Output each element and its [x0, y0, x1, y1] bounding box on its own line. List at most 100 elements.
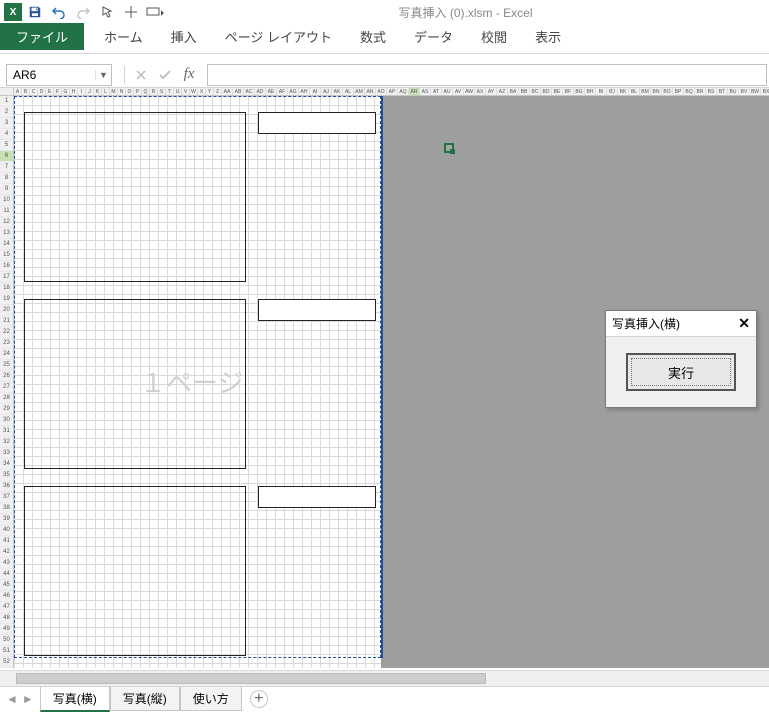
- row-header[interactable]: 27: [0, 382, 13, 393]
- column-header[interactable]: AV: [453, 88, 464, 95]
- column-header[interactable]: AS: [420, 88, 431, 95]
- dialog-close-button[interactable]: ✕: [738, 315, 750, 332]
- display-mode-button[interactable]: [144, 1, 166, 23]
- tab-formulas[interactable]: 数式: [346, 23, 400, 50]
- column-header[interactable]: X: [198, 88, 206, 95]
- row-header[interactable]: 2: [0, 107, 13, 118]
- row-header[interactable]: 50: [0, 635, 13, 646]
- row-header[interactable]: 12: [0, 217, 13, 228]
- column-header[interactable]: BT: [717, 88, 728, 95]
- column-header[interactable]: S: [158, 88, 166, 95]
- column-header[interactable]: Y: [206, 88, 214, 95]
- column-header[interactable]: AN: [365, 88, 376, 95]
- column-header[interactable]: BS: [706, 88, 717, 95]
- row-header[interactable]: 13: [0, 228, 13, 239]
- name-box-value[interactable]: AR6: [7, 68, 95, 82]
- column-header[interactable]: AP: [387, 88, 398, 95]
- tab-view[interactable]: 表示: [521, 23, 575, 50]
- column-header[interactable]: C: [30, 88, 38, 95]
- column-header[interactable]: P: [134, 88, 142, 95]
- undo-button[interactable]: [48, 1, 70, 23]
- column-header[interactable]: BP: [673, 88, 684, 95]
- column-header[interactable]: AA: [222, 88, 233, 95]
- column-header[interactable]: AI: [310, 88, 321, 95]
- column-header[interactable]: BJ: [607, 88, 618, 95]
- row-header[interactable]: 33: [0, 448, 13, 459]
- column-header[interactable]: BX: [761, 88, 769, 95]
- column-header[interactable]: AO: [376, 88, 387, 95]
- column-header[interactable]: F: [54, 88, 62, 95]
- tab-insert[interactable]: 挿入: [157, 23, 211, 50]
- column-header[interactable]: AG: [288, 88, 299, 95]
- column-header[interactable]: AU: [442, 88, 453, 95]
- sheet-tab[interactable]: 写真(横): [40, 687, 110, 712]
- row-header[interactable]: 42: [0, 547, 13, 558]
- column-header[interactable]: O: [126, 88, 134, 95]
- tab-page-layout[interactable]: ページ レイアウト: [211, 23, 346, 50]
- column-header[interactable]: BR: [695, 88, 706, 95]
- horizontal-scrollbar[interactable]: [0, 670, 769, 686]
- row-header[interactable]: 38: [0, 503, 13, 514]
- row-header[interactable]: 49: [0, 624, 13, 635]
- tab-file[interactable]: ファイル: [0, 23, 84, 50]
- row-header[interactable]: 4: [0, 129, 13, 140]
- column-header[interactable]: H: [70, 88, 78, 95]
- column-header[interactable]: AB: [233, 88, 244, 95]
- row-header[interactable]: 26: [0, 371, 13, 382]
- row-header[interactable]: 17: [0, 272, 13, 283]
- sheet-prev-icon[interactable]: ◄: [6, 692, 18, 706]
- row-header[interactable]: 31: [0, 426, 13, 437]
- row-header[interactable]: 39: [0, 514, 13, 525]
- row-header[interactable]: 37: [0, 492, 13, 503]
- row-header[interactable]: 14: [0, 239, 13, 250]
- row-header[interactable]: 1: [0, 96, 13, 107]
- save-button[interactable]: [24, 1, 46, 23]
- column-header[interactable]: BD: [541, 88, 552, 95]
- column-header[interactable]: AL: [343, 88, 354, 95]
- name-box-dropdown-icon[interactable]: ▼: [95, 70, 111, 80]
- row-header[interactable]: 9: [0, 184, 13, 195]
- sheet-tab[interactable]: 写真(縦): [110, 687, 180, 711]
- column-header[interactable]: AM: [354, 88, 365, 95]
- column-header[interactable]: Q: [142, 88, 150, 95]
- row-header[interactable]: 45: [0, 580, 13, 591]
- column-header[interactable]: T: [166, 88, 174, 95]
- row-header[interactable]: 47: [0, 602, 13, 613]
- row-header[interactable]: 41: [0, 536, 13, 547]
- row-header[interactable]: 40: [0, 525, 13, 536]
- column-header[interactable]: L: [102, 88, 110, 95]
- formula-input[interactable]: [207, 64, 767, 86]
- row-header[interactable]: 46: [0, 591, 13, 602]
- column-header[interactable]: BF: [563, 88, 574, 95]
- row-header[interactable]: 44: [0, 569, 13, 580]
- column-header[interactable]: BN: [651, 88, 662, 95]
- column-header[interactable]: AW: [464, 88, 475, 95]
- column-header[interactable]: U: [174, 88, 182, 95]
- column-header[interactable]: AY: [486, 88, 497, 95]
- column-header[interactable]: BI: [596, 88, 607, 95]
- sheet-next-icon[interactable]: ►: [22, 692, 34, 706]
- column-header[interactable]: BL: [629, 88, 640, 95]
- name-box[interactable]: AR6 ▼: [6, 64, 112, 86]
- column-header[interactable]: AE: [266, 88, 277, 95]
- excel-app-icon[interactable]: X: [4, 3, 22, 21]
- row-header[interactable]: 15: [0, 250, 13, 261]
- column-header[interactable]: BK: [618, 88, 629, 95]
- column-header[interactable]: AQ: [398, 88, 409, 95]
- column-header[interactable]: AX: [475, 88, 486, 95]
- column-header[interactable]: AH: [299, 88, 310, 95]
- row-header[interactable]: 34: [0, 459, 13, 470]
- row-headers[interactable]: 1234567891011121314151617181920212223242…: [0, 96, 14, 668]
- tab-data[interactable]: データ: [400, 23, 467, 50]
- row-header[interactable]: 8: [0, 173, 13, 184]
- row-header[interactable]: 48: [0, 613, 13, 624]
- column-header[interactable]: I: [78, 88, 86, 95]
- column-header[interactable]: BE: [552, 88, 563, 95]
- row-header[interactable]: 22: [0, 327, 13, 338]
- column-header[interactable]: BV: [739, 88, 750, 95]
- column-header[interactable]: BQ: [684, 88, 695, 95]
- row-header[interactable]: 23: [0, 338, 13, 349]
- row-header[interactable]: 24: [0, 349, 13, 360]
- column-header[interactable]: BW: [750, 88, 761, 95]
- column-header[interactable]: M: [110, 88, 118, 95]
